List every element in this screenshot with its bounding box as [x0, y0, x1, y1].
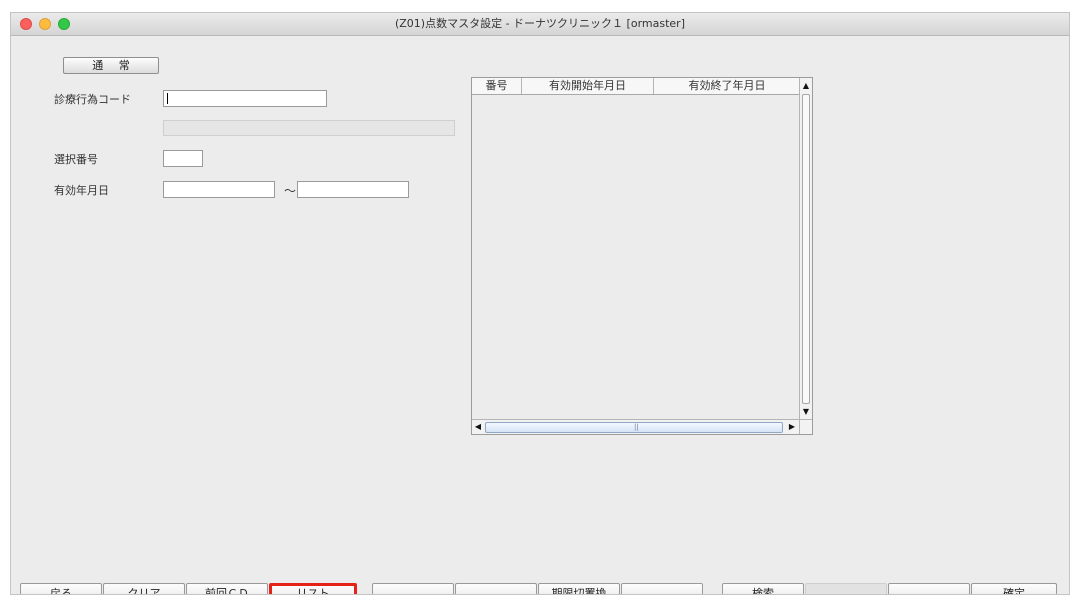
search-button[interactable]: 検索: [722, 583, 804, 594]
scrollbar-corner: [799, 419, 812, 434]
title-bar[interactable]: (Z01)点数マスタ設定 - ドーナツクリニック１ [ormaster]: [11, 13, 1069, 36]
validity-period-table[interactable]: 番号 有効開始年月日 有効終了年月日 ▲ ▼ ◀ || ▶: [471, 77, 813, 435]
name-display-field: [163, 120, 455, 136]
scroll-up-arrow-icon[interactable]: ▲: [800, 79, 812, 93]
date-range-separator: 〜: [284, 184, 297, 198]
mode-normal-button[interactable]: 通 常: [63, 57, 159, 74]
grip-icon: ||: [634, 423, 639, 431]
clear-button[interactable]: クリア: [103, 583, 185, 594]
selection-no-label: 選択番号: [54, 153, 98, 166]
confirm-button[interactable]: 確定: [971, 583, 1057, 594]
table-header: 番号 有効開始年月日 有効終了年月日: [472, 78, 800, 95]
column-header-start-date[interactable]: 有効開始年月日: [522, 78, 654, 94]
selection-no-input[interactable]: [163, 150, 203, 167]
scroll-down-arrow-icon[interactable]: ▼: [800, 405, 812, 419]
column-header-end-date[interactable]: 有効終了年月日: [654, 78, 800, 94]
valid-date-label: 有効年月日: [54, 184, 109, 197]
valid-to-input[interactable]: [297, 181, 409, 198]
scroll-left-arrow-icon[interactable]: ◀: [472, 420, 484, 434]
shinryo-code-label: 診療行為コード: [54, 93, 131, 106]
app-window: (Z01)点数マスタ設定 - ドーナツクリニック１ [ormaster] 通 常…: [10, 12, 1070, 595]
vertical-scroll-thumb[interactable]: [802, 94, 810, 404]
shinryo-code-input[interactable]: [163, 90, 327, 107]
previous-cd-button[interactable]: 前回ＣＤ: [186, 583, 268, 594]
f6-button[interactable]: [455, 583, 537, 594]
vertical-scrollbar[interactable]: ▲ ▼: [799, 78, 812, 420]
f5-button[interactable]: [372, 583, 454, 594]
scroll-right-arrow-icon[interactable]: ▶: [786, 420, 798, 434]
valid-from-input[interactable]: [163, 181, 275, 198]
f10-button: [805, 583, 887, 594]
back-button[interactable]: 戻る: [20, 583, 102, 594]
function-key-bar: 戻る クリア 前回ＣＤ リスト 期限切置換 検索 確定: [11, 583, 1069, 594]
expired-replace-button[interactable]: 期限切置換: [538, 583, 620, 594]
horizontal-scrollbar[interactable]: ◀ || ▶: [472, 419, 800, 434]
window-title: (Z01)点数マスタ設定 - ドーナツクリニック１ [ormaster]: [394, 17, 685, 30]
f11-button[interactable]: [888, 583, 970, 594]
main-panel: 通 常 診療行為コード 選択番号 有効年月日 〜 番号 有効開始年月日 有効終了…: [11, 36, 1069, 594]
column-header-number[interactable]: 番号: [472, 78, 522, 94]
f8-button[interactable]: [621, 583, 703, 594]
horizontal-scroll-thumb[interactable]: ||: [485, 422, 783, 433]
list-button[interactable]: リスト: [269, 583, 357, 594]
